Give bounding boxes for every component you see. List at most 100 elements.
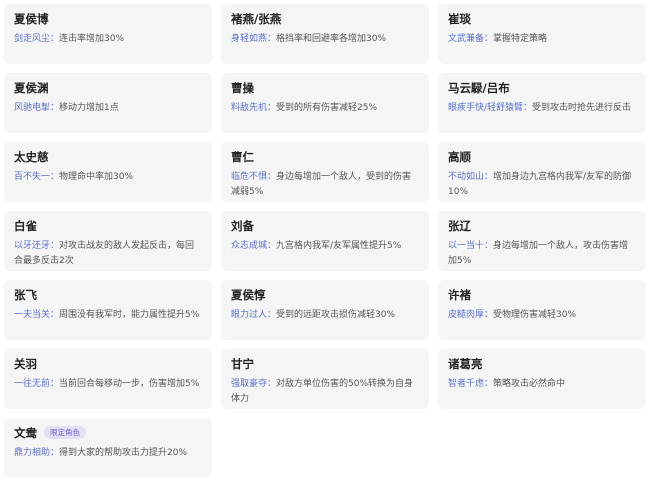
- skill-name: 眼疾手快/轻舒猿臂：: [448, 103, 533, 113]
- skill-description: 众志成城：九宫格内我军/友军属性提升5%: [231, 239, 419, 254]
- character-name: 夏侯博: [14, 11, 49, 26]
- card-header: 马云騄/吕布: [448, 79, 636, 96]
- character-card[interactable]: 白雀 以牙还牙：对攻击战友的敌人发起反击，每回合最多反击2次: [4, 211, 212, 271]
- skill-name: 强取豪夺：: [231, 379, 277, 389]
- card-header: 张飞: [14, 286, 202, 303]
- skill-effect: 得到大家的帮助攻击力提升20%: [59, 448, 188, 458]
- character-card[interactable]: 张飞 一夫当关：周围没有我军时，能力属性提升5%: [4, 280, 212, 340]
- card-header: 褚燕/张燕: [231, 10, 419, 27]
- skill-effect: 移动力增加1点: [59, 103, 119, 113]
- character-card[interactable]: 夏侯惇 眼力过人：受到的远距攻击损伤减轻30%: [221, 280, 429, 340]
- skill-name: 身轻如燕：: [231, 34, 277, 44]
- card-header: 刘备: [231, 217, 419, 234]
- card-header: 许褚: [448, 286, 636, 303]
- character-card[interactable]: 关羽 一往无前：当前回合每移动一步，伤害增加5%: [4, 349, 212, 409]
- character-card[interactable]: 文鸯 限定角色 鼎力相助：得到大家的帮助攻击力提升20%: [4, 418, 212, 478]
- skill-description: 眼力过人：受到的远距攻击损伤减轻30%: [231, 308, 419, 323]
- skill-effect: 格挡率和回避率各增加30%: [276, 34, 387, 44]
- character-name: 崔琰: [448, 11, 471, 26]
- skill-description: 以一当十：身边每增加一个敌人，攻击伤害增加5%: [448, 239, 636, 269]
- character-name: 高顺: [448, 149, 471, 164]
- character-name: 夏侯渊: [14, 80, 49, 95]
- skill-name: 皮糙肉厚：: [448, 310, 494, 320]
- skill-description: 风驰电掣：移动力增加1点: [14, 101, 202, 116]
- character-name: 诸葛亮: [448, 356, 483, 371]
- card-header: 白雀: [14, 217, 202, 234]
- card-header: 曹操: [231, 79, 419, 96]
- card-header: 夏侯博: [14, 10, 202, 27]
- skill-effect: 当前回合每移动一步，伤害增加5%: [59, 379, 200, 389]
- skill-effect: 周围没有我军时，能力属性提升5%: [59, 310, 200, 320]
- character-card[interactable]: 太史慈 百不失一：物理命中率加30%: [4, 142, 212, 202]
- character-name: 太史慈: [14, 149, 49, 164]
- skill-name: 众志成城：: [231, 241, 277, 251]
- character-card[interactable]: 夏侯博 剑走风尘：连击率增加30%: [4, 4, 212, 64]
- skill-name: 不动如山：: [448, 172, 494, 182]
- skill-effect: 物理命中率加30%: [59, 172, 134, 182]
- skill-name: 智者千虑：: [448, 379, 494, 389]
- card-header: 关羽: [14, 355, 202, 372]
- character-card[interactable]: 曹操 料敌先机：受到的所有伤害减轻25%: [221, 73, 429, 133]
- character-name: 曹仁: [231, 149, 254, 164]
- skill-name: 眼力过人：: [231, 310, 277, 320]
- card-header: 诸葛亮: [448, 355, 636, 372]
- skill-effect: 受到攻击时抢先进行反击: [532, 103, 632, 113]
- skill-description: 智者千虑：策略攻击必然命中: [448, 377, 636, 392]
- character-card[interactable]: 马云騄/吕布 眼疾手快/轻舒猿臂：受到攻击时抢先进行反击: [438, 73, 646, 133]
- card-header: 太史慈: [14, 148, 202, 165]
- character-card[interactable]: 诸葛亮 智者千虑：策略攻击必然命中: [438, 349, 646, 409]
- character-card[interactable]: 曹仁 临危不惧：身边每增加一个敌人，受到的伤害减弱5%: [221, 142, 429, 202]
- card-header: 甘宁: [231, 355, 419, 372]
- skill-name: 以牙还牙：: [14, 241, 60, 251]
- character-name: 曹操: [231, 80, 254, 95]
- skill-effect: 策略攻击必然命中: [493, 379, 566, 389]
- skill-name: 百不失一：: [14, 172, 60, 182]
- skill-description: 以牙还牙：对攻击战友的敌人发起反击，每回合最多反击2次: [14, 239, 202, 269]
- character-card[interactable]: 张辽 以一当十：身边每增加一个敌人，攻击伤害增加5%: [438, 211, 646, 271]
- skill-effect: 受物理伤害减轻30%: [493, 310, 577, 320]
- skill-name: 风驰电掣：: [14, 103, 60, 113]
- skill-description: 一夫当关：周围没有我军时，能力属性提升5%: [14, 308, 202, 323]
- skill-name: 料敌先机：: [231, 103, 277, 113]
- card-header: 夏侯惇: [231, 286, 419, 303]
- skill-name: 一往无前：: [14, 379, 60, 389]
- character-card[interactable]: 许褚 皮糙肉厚：受物理伤害减轻30%: [438, 280, 646, 340]
- card-header: 文鸯 限定角色: [14, 424, 202, 441]
- character-name: 刘备: [231, 218, 254, 233]
- skill-description: 身轻如燕：格挡率和回避率各增加30%: [231, 32, 419, 47]
- skill-description: 皮糙肉厚：受物理伤害减轻30%: [448, 308, 636, 323]
- skill-description: 强取豪夺：对敌方单位伤害的50%转换为自身体力: [231, 377, 419, 407]
- character-name: 文鸯: [14, 425, 37, 440]
- character-card[interactable]: 褚燕/张燕 身轻如燕：格挡率和回避率各增加30%: [221, 4, 429, 64]
- skill-name: 文武兼备：: [448, 34, 494, 44]
- skill-name: 一夫当关：: [14, 310, 60, 320]
- character-skill-grid: 夏侯博 剑走风尘：连击率增加30% 褚燕/张燕 身轻如燕：格挡率和回避率各增加3…: [4, 4, 646, 478]
- skill-description: 一往无前：当前回合每移动一步，伤害增加5%: [14, 377, 202, 392]
- character-card[interactable]: 崔琰 文武兼备：掌握特定策略: [438, 4, 646, 64]
- character-name: 甘宁: [231, 356, 254, 371]
- card-header: 张辽: [448, 217, 636, 234]
- character-name: 马云騄/吕布: [448, 80, 510, 95]
- skill-description: 百不失一：物理命中率加30%: [14, 170, 202, 185]
- skill-description: 不动如山：增加身边九宫格内我军/友军的防御10%: [448, 170, 636, 200]
- skill-effect: 受到的所有伤害减轻25%: [276, 103, 378, 113]
- character-card[interactable]: 夏侯渊 风驰电掣：移动力增加1点: [4, 73, 212, 133]
- skill-description: 文武兼备：掌握特定策略: [448, 32, 636, 47]
- skill-name: 鼎力相助：: [14, 448, 60, 458]
- card-header: 崔琰: [448, 10, 636, 27]
- character-name: 关羽: [14, 356, 37, 371]
- skill-name: 剑走风尘：: [14, 34, 60, 44]
- skill-description: 料敌先机：受到的所有伤害减轻25%: [231, 101, 419, 116]
- character-card[interactable]: 高顺 不动如山：增加身边九宫格内我军/友军的防御10%: [438, 142, 646, 202]
- skill-name: 以一当十：: [448, 241, 494, 251]
- skill-name: 临危不惧：: [231, 172, 277, 182]
- card-header: 夏侯渊: [14, 79, 202, 96]
- character-name: 夏侯惇: [231, 287, 266, 302]
- character-name: 张辽: [448, 218, 471, 233]
- character-card[interactable]: 甘宁 强取豪夺：对敌方单位伤害的50%转换为自身体力: [221, 349, 429, 409]
- card-header: 曹仁: [231, 148, 419, 165]
- skill-effect: 九宫格内我军/友军属性提升5%: [276, 241, 402, 251]
- character-card[interactable]: 刘备 众志成城：九宫格内我军/友军属性提升5%: [221, 211, 429, 271]
- skill-description: 临危不惧：身边每增加一个敌人，受到的伤害减弱5%: [231, 170, 419, 200]
- skill-effect: 掌握特定策略: [493, 34, 548, 44]
